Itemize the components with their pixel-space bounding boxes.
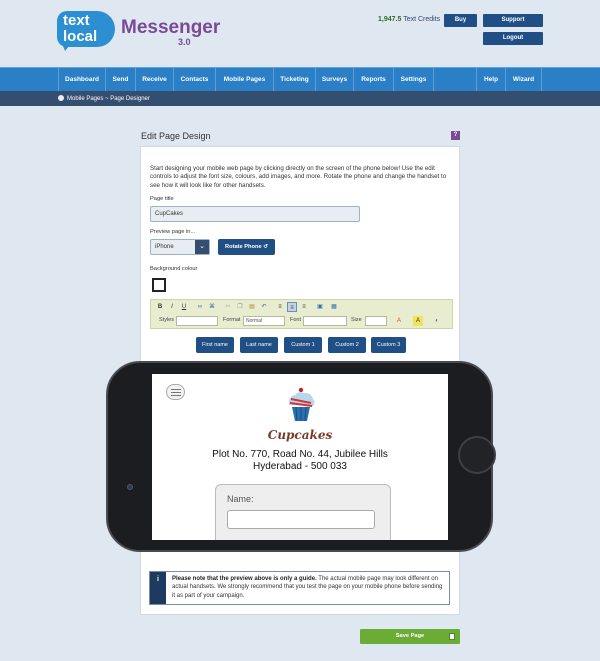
preview-notice: i Please note that the preview above is … [149, 571, 450, 605]
logo-line-2: local [63, 28, 98, 45]
address-line-2: Hyderabad - 500 033 [253, 461, 347, 472]
italic-button[interactable]: I [167, 302, 177, 312]
save-icon [449, 633, 455, 640]
editor-toolbar: B I U ∞ ⌘ ✂ ❐ ▤ ↶ ≡ ≡ ≡ ▣ ▦ Styles Forma… [150, 299, 453, 329]
brand-name: Cupcakes [267, 428, 333, 442]
preview-label: Preview page in... [150, 229, 196, 235]
size-label: Size [351, 317, 362, 323]
breadcrumb: Mobile Pages ~ Page Designer [58, 95, 150, 102]
nav-settings[interactable]: Settings [394, 68, 434, 92]
text-colour-icon[interactable]: A [394, 316, 404, 326]
page-title-label: Page title [150, 196, 174, 202]
nav-help[interactable]: Help [476, 68, 506, 92]
nav-dashboard[interactable]: Dashboard [58, 68, 106, 92]
rotate-phone-button[interactable]: Rotate Phone ↺ [218, 239, 275, 255]
cut-icon[interactable]: ✂ [223, 302, 233, 312]
credits-display: 1,947.5 Text Credits [378, 16, 440, 23]
undo-icon[interactable]: ↶ [259, 302, 269, 312]
eraser-icon[interactable]: ◐ [432, 316, 442, 326]
breadcrumb-icon [58, 95, 64, 101]
align-center-icon[interactable]: ≡ [287, 302, 297, 312]
insert-last-name-button[interactable]: Last name [240, 337, 278, 353]
nav-wizard[interactable]: Wizard [506, 68, 542, 92]
signup-form: Name: [215, 484, 391, 540]
logo-text: text local [63, 13, 97, 45]
intro-text: Start designing your mobile web page by … [150, 165, 447, 189]
cupcake-logo-icon [288, 387, 315, 422]
notice-bold-text: Please note that the preview above is on… [172, 576, 317, 582]
copy-icon[interactable]: ❐ [235, 302, 245, 312]
nav-surveys[interactable]: Surveys [316, 68, 354, 92]
logo-line-1: text [63, 12, 90, 29]
address: Plot No. 770, Road No. 44, Jubilee Hills… [152, 449, 448, 473]
app-name: Messenger [121, 17, 221, 38]
font-combo[interactable] [303, 316, 347, 326]
nav-mobile-pages[interactable]: Mobile Pages [216, 68, 274, 92]
image-icon[interactable]: ▣ [315, 302, 325, 312]
bg-colour-swatch[interactable] [152, 278, 166, 292]
unlink-icon[interactable]: ⌘ [207, 302, 217, 312]
phone-camera [127, 484, 133, 490]
chevron-down-icon: ⌄ [195, 240, 209, 254]
link-icon[interactable]: ∞ [195, 302, 205, 312]
insert-first-name-button[interactable]: First name [196, 337, 234, 353]
support-button[interactable]: Support [483, 14, 543, 27]
nav-receive[interactable]: Receive [136, 68, 174, 92]
credits-label: Text Credits [403, 16, 441, 23]
help-icon[interactable]: ? [451, 131, 460, 140]
nav-ticketing[interactable]: Ticketing [274, 68, 316, 92]
underline-button[interactable]: U [179, 302, 189, 312]
nav-reports[interactable]: Reports [354, 68, 394, 92]
save-page-button[interactable]: Save Page [360, 629, 460, 644]
breadcrumb-bar: Mobile Pages ~ Page Designer [0, 91, 600, 106]
handset-select[interactable]: iPhone ⌄ [150, 239, 210, 255]
styles-combo[interactable] [176, 316, 218, 326]
rotate-icon: ↺ [263, 244, 268, 250]
hamburger-menu-icon[interactable] [166, 384, 185, 400]
nav-send[interactable]: Send [106, 68, 136, 92]
logout-button[interactable]: Logout [483, 32, 543, 45]
font-label: Font [290, 317, 302, 323]
format-combo[interactable]: Normal [243, 316, 285, 326]
app-version: 3.0 [178, 37, 191, 47]
main-nav: Dashboard Send Receive Contacts Mobile P… [0, 67, 600, 92]
bg-colour-label: Background colour [150, 266, 198, 272]
info-icon: i [150, 572, 166, 604]
address-line-1: Plot No. 770, Road No. 44, Jubilee Hills [212, 449, 388, 460]
align-left-icon[interactable]: ≡ [275, 302, 285, 312]
nav-contacts[interactable]: Contacts [174, 68, 216, 92]
bg-highlight-icon[interactable]: A [413, 316, 423, 326]
credits-value: 1,947.5 [378, 16, 402, 23]
insert-custom1-button[interactable]: Custom 1 [284, 337, 322, 353]
breadcrumb-text: Mobile Pages ~ Page Designer [67, 96, 150, 102]
bold-button[interactable]: B [155, 302, 165, 312]
page-title-input[interactable]: CupCakes [150, 206, 360, 222]
name-field[interactable] [227, 510, 375, 529]
textlocal-logo[interactable]: text local [57, 11, 117, 51]
format-label: Format [223, 317, 241, 323]
save-page-label: Save Page [395, 633, 425, 639]
phone-screen[interactable]: Cupcakes Plot No. 770, Road No. 44, Jubi… [152, 374, 448, 540]
insert-custom2-button[interactable]: Custom 2 [328, 337, 366, 353]
size-combo[interactable] [365, 316, 387, 326]
buy-button[interactable]: Buy [444, 14, 477, 27]
page-title: Edit Page Design [141, 131, 211, 141]
name-field-label: Name: [227, 494, 254, 504]
styles-label: Styles [159, 317, 174, 323]
notice-text: Please note that the preview above is on… [172, 575, 447, 600]
table-icon[interactable]: ▦ [329, 302, 339, 312]
handset-select-value: iPhone [155, 244, 174, 250]
rotate-phone-label: Rotate Phone [224, 244, 262, 250]
align-right-icon[interactable]: ≡ [299, 302, 309, 312]
phone-home-button [458, 436, 496, 474]
paste-icon[interactable]: ▤ [247, 302, 257, 312]
insert-custom3-button[interactable]: Custom 3 [371, 337, 406, 353]
header: text local Messenger 3.0 1,947.5 Text Cr… [0, 0, 600, 66]
